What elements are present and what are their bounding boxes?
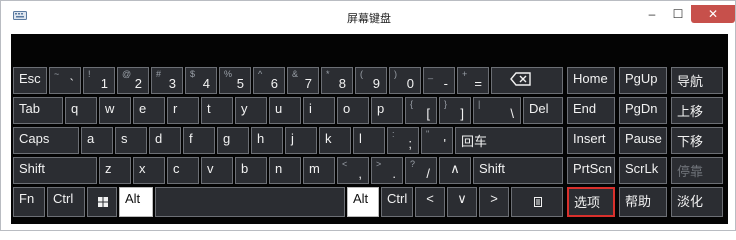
key-shift-left[interactable]: Shift bbox=[13, 157, 97, 184]
key-l[interactable]: l bbox=[353, 127, 385, 154]
key-q[interactable]: q bbox=[65, 97, 97, 124]
key-backtick[interactable]: ~ ` bbox=[49, 67, 81, 94]
key-t[interactable]: t bbox=[201, 97, 233, 124]
key-end[interactable]: End bbox=[567, 97, 615, 124]
key-shift-right[interactable]: Shift bbox=[473, 157, 563, 184]
key-right-bracket[interactable]: }] bbox=[439, 97, 471, 124]
key-dock[interactable]: 停靠 bbox=[671, 157, 723, 184]
key-arrow-right[interactable]: > bbox=[479, 187, 509, 217]
key-7[interactable]: & 7 bbox=[287, 67, 319, 94]
close-button[interactable]: ✕ bbox=[691, 5, 735, 23]
arrow-up-icon: ∧ bbox=[450, 161, 460, 176]
key-backspace[interactable] bbox=[491, 67, 563, 94]
key-9[interactable]: (9 bbox=[355, 67, 387, 94]
backspace-icon bbox=[510, 72, 531, 86]
key-insert[interactable]: Insert bbox=[567, 127, 615, 154]
key-5[interactable]: % 5 bbox=[219, 67, 251, 94]
key-equals[interactable]: + = bbox=[457, 67, 489, 94]
key-esc[interactable]: Esc bbox=[13, 67, 47, 94]
arrow-right-icon: > bbox=[490, 191, 498, 206]
key-8[interactable]: * 8 bbox=[321, 67, 353, 94]
key-left-bracket[interactable]: {[ bbox=[405, 97, 437, 124]
key-h[interactable]: h bbox=[251, 127, 283, 154]
key-a[interactable]: a bbox=[81, 127, 113, 154]
key-space[interactable] bbox=[155, 187, 345, 217]
key-caps[interactable]: Caps bbox=[13, 127, 79, 154]
window-title: 屏幕键盘 bbox=[347, 13, 391, 25]
key-enter[interactable]: 回车 bbox=[455, 127, 563, 154]
title-bar[interactable]: 屏幕键盘 – ☐ ✕ bbox=[1, 1, 736, 31]
key-4[interactable]: $4 bbox=[185, 67, 217, 94]
windows-logo-icon bbox=[98, 197, 108, 207]
key-arrow-down[interactable]: ∨ bbox=[447, 187, 477, 217]
key-fade[interactable]: 淡化 bbox=[671, 187, 723, 217]
key-scrlk[interactable]: ScrLk bbox=[619, 157, 667, 184]
key-pgup[interactable]: PgUp bbox=[619, 67, 667, 94]
key-1[interactable]: ! 1 bbox=[83, 67, 115, 94]
key-prtscn[interactable]: PrtScn bbox=[567, 157, 615, 184]
key-home[interactable]: Home bbox=[567, 67, 615, 94]
key-ctrl-right[interactable]: Ctrl bbox=[381, 187, 413, 217]
key-minus[interactable]: _ - bbox=[423, 67, 455, 94]
key-e[interactable]: e bbox=[133, 97, 165, 124]
key-semicolon[interactable]: :; bbox=[387, 127, 419, 154]
key-options[interactable]: 选项 bbox=[567, 187, 615, 217]
key-navigate[interactable]: 导航 bbox=[671, 67, 723, 94]
key-c[interactable]: c bbox=[167, 157, 199, 184]
key-g[interactable]: g bbox=[217, 127, 249, 154]
on-screen-keyboard-window: 屏幕键盘 – ☐ ✕ Esc ~ ` ! 1 @2 #3 $4 % 5 ^ 6 & 7 *… bbox=[0, 0, 736, 231]
key-w[interactable]: w bbox=[99, 97, 131, 124]
key-d[interactable]: d bbox=[149, 127, 181, 154]
key-n[interactable]: n bbox=[269, 157, 301, 184]
key-move-up[interactable]: 上移 bbox=[671, 97, 723, 124]
arrow-left-icon: < bbox=[426, 191, 434, 206]
key-quote[interactable]: " ' bbox=[421, 127, 453, 154]
key-0[interactable]: ) 0 bbox=[389, 67, 421, 94]
key-fn[interactable]: Fn bbox=[13, 187, 45, 217]
key-slash[interactable]: ? / bbox=[405, 157, 437, 184]
key-menu[interactable] bbox=[511, 187, 563, 217]
key-pause[interactable]: Pause bbox=[619, 127, 667, 154]
key-x[interactable]: x bbox=[133, 157, 165, 184]
key-m[interactable]: m bbox=[303, 157, 335, 184]
key-ctrl-left[interactable]: Ctrl bbox=[47, 187, 85, 217]
key-r[interactable]: r bbox=[167, 97, 199, 124]
key-i[interactable]: i bbox=[303, 97, 335, 124]
key-b[interactable]: b bbox=[235, 157, 267, 184]
key-del[interactable]: Del bbox=[523, 97, 563, 124]
key-move-down[interactable]: 下移 bbox=[671, 127, 723, 154]
key-windows[interactable] bbox=[87, 187, 117, 217]
key-2[interactable]: @2 bbox=[117, 67, 149, 94]
key-j[interactable]: j bbox=[285, 127, 317, 154]
key-arrow-left[interactable]: < bbox=[415, 187, 445, 217]
key-arrow-up[interactable]: ∧ bbox=[439, 157, 471, 184]
key-period[interactable]: >. bbox=[371, 157, 403, 184]
key-alt-right[interactable]: Alt bbox=[347, 187, 379, 217]
keyboard-area: Esc ~ ` ! 1 @2 #3 $4 % 5 ^ 6 & 7 * 8 (9 ) 0 _ - … bbox=[11, 34, 728, 224]
key-6[interactable]: ^ 6 bbox=[253, 67, 285, 94]
key-comma[interactable]: <, bbox=[337, 157, 369, 184]
key-z[interactable]: z bbox=[99, 157, 131, 184]
key-f[interactable]: f bbox=[183, 127, 215, 154]
key-s[interactable]: s bbox=[115, 127, 147, 154]
key-3[interactable]: #3 bbox=[151, 67, 183, 94]
maximize-button[interactable]: ☐ bbox=[667, 5, 689, 23]
key-y[interactable]: y bbox=[235, 97, 267, 124]
context-menu-icon bbox=[534, 197, 542, 207]
key-backslash[interactable]: | \ bbox=[473, 97, 521, 124]
key-o[interactable]: o bbox=[337, 97, 369, 124]
key-help[interactable]: 帮助 bbox=[619, 187, 667, 217]
key-u[interactable]: u bbox=[269, 97, 301, 124]
key-p[interactable]: p bbox=[371, 97, 403, 124]
minimize-button[interactable]: – bbox=[641, 5, 663, 23]
key-tab[interactable]: Tab bbox=[13, 97, 63, 124]
key-pgdn[interactable]: PgDn bbox=[619, 97, 667, 124]
key-v[interactable]: v bbox=[201, 157, 233, 184]
key-alt-left[interactable]: Alt bbox=[119, 187, 153, 217]
arrow-down-icon: ∨ bbox=[457, 191, 467, 206]
key-k[interactable]: k bbox=[319, 127, 351, 154]
